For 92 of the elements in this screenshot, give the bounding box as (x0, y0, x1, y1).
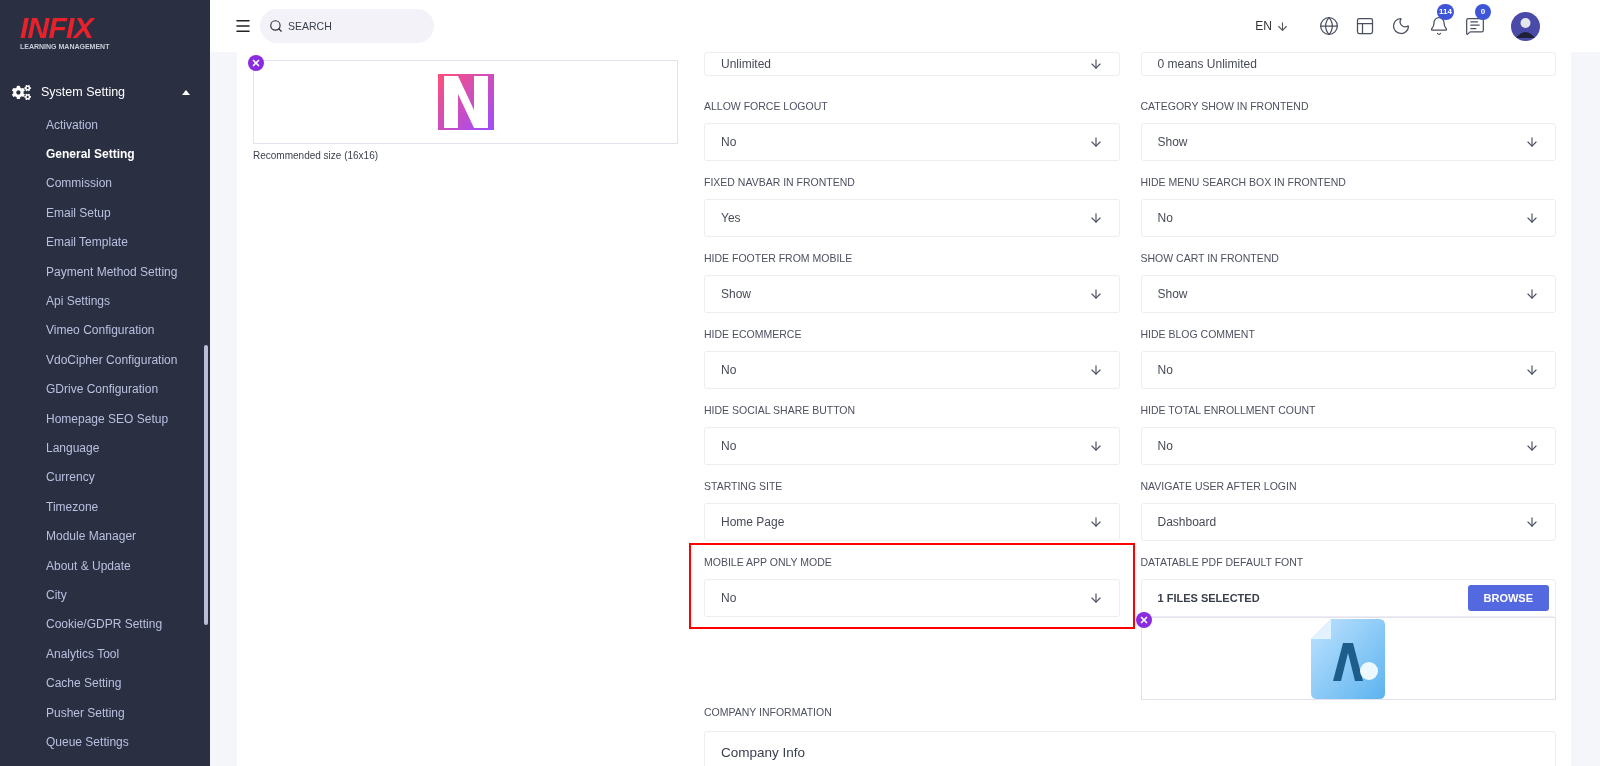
select-field[interactable]: No (704, 351, 1120, 389)
sidebar-item[interactable]: City (0, 580, 210, 610)
select-field[interactable]: Home Page (704, 503, 1120, 541)
field-label: COMPANY INFORMATION (704, 705, 833, 720)
sidebar-item[interactable]: Commission (0, 168, 210, 199)
arrow-down-icon (1088, 363, 1103, 377)
sidebar-item[interactable]: Email Setup (0, 198, 210, 228)
arrow-down-icon (1525, 287, 1539, 301)
select-field[interactable]: No (1140, 351, 1556, 389)
arrow-down-icon (1088, 591, 1103, 605)
language-selector[interactable]: EN (1255, 17, 1289, 35)
sidebar-item[interactable]: Currency (0, 462, 210, 493)
select-field[interactable]: No (704, 427, 1120, 465)
sidebar-item[interactable]: VdoCipher Configuration (0, 345, 210, 375)
arrow-down-icon (1088, 135, 1103, 149)
message-count: 0 (1475, 4, 1491, 20)
sidebar-item[interactable]: Cookie/GDPR Setting (0, 609, 210, 640)
field-label: HIDE SOCIAL SHARE BUTTON (704, 404, 857, 417)
select-field[interactable]: No (704, 579, 1120, 617)
input-field[interactable]: Company Info (704, 730, 1556, 766)
arrow-down-icon (1276, 19, 1289, 33)
remove-icon[interactable] (248, 55, 264, 71)
field-label: HIDE TOTAL ENROLLMENT COUNT (1140, 404, 1317, 417)
arrow-down-icon (1525, 363, 1539, 377)
notification-count: 114 (1437, 4, 1454, 20)
sidebar-section[interactable]: System Setting (0, 74, 210, 110)
select-field[interactable]: No (1140, 199, 1556, 237)
field-label: SHOW CART IN FRONTEND (1140, 252, 1280, 265)
remove-icon[interactable] (1135, 612, 1152, 628)
field-label: DATATABLE PDF DEFAULT FONT (1140, 556, 1305, 569)
sidebar-item[interactable]: Activation (0, 110, 210, 140)
field-label: HIDE MENU SEARCH BOX IN FRONTEND (1140, 176, 1347, 189)
select-field[interactable]: No (704, 123, 1120, 161)
field-label: STARTING SITE (704, 480, 784, 493)
sidebar-item[interactable]: Pusher Setting (0, 697, 210, 728)
arrow-down-icon (1088, 439, 1103, 453)
image-caption: Recommended size (16x16) (253, 149, 380, 163)
arrow-down-icon (1088, 515, 1103, 529)
input-field[interactable]: 0 means Unlimited (1140, 52, 1556, 76)
sidebar-item[interactable]: Analytics Tool (0, 639, 210, 669)
select-field[interactable]: Unlimited (704, 52, 1120, 76)
sidebar-item[interactable]: Api Settings (0, 286, 210, 316)
field-label: CATEGORY SHOW IN FRONTEND (1140, 100, 1310, 113)
gears-icon (12, 82, 31, 102)
arrow-down-icon (1525, 211, 1539, 225)
select-field[interactable]: Show (1140, 275, 1556, 313)
moon-icon[interactable] (1391, 16, 1411, 36)
avatar[interactable] (1511, 11, 1540, 41)
sidebar-item[interactable]: Payment Method Setting (0, 256, 210, 287)
field-label: HIDE BLOG COMMENT (1140, 328, 1256, 341)
sidebar-item[interactable]: Cache Setting (0, 668, 210, 698)
font-file-icon (1311, 618, 1386, 699)
select-field[interactable]: No (1140, 427, 1556, 465)
sidebar-item[interactable]: Vimeo Configuration (0, 315, 210, 346)
logo-image-icon (437, 74, 494, 130)
field-label: FIXED NAVBAR IN FRONTEND (704, 176, 856, 189)
sidebar-item[interactable]: GDrive Configuration (0, 374, 210, 404)
sidebar-item[interactable]: Module Manager (0, 521, 210, 551)
arrow-down-icon (1525, 515, 1539, 529)
file-field[interactable]: 1 FILES SELECTED BROWSE (1140, 579, 1556, 617)
sidebar-item[interactable]: Timezone (0, 492, 210, 522)
brand-name: INFIX (20, 14, 96, 42)
arrow-down-icon (1525, 135, 1539, 149)
sidebar-item[interactable]: Queue Settings (0, 727, 210, 757)
field-label: NAVIGATE USER AFTER LOGIN (1140, 480, 1298, 493)
field-label: MOBILE APP ONLY MODE (704, 556, 833, 569)
layout-icon[interactable] (1355, 16, 1375, 36)
sidebar-item[interactable]: Homepage SEO Setup (0, 403, 210, 434)
arrow-down-icon (1088, 287, 1103, 301)
sidebar-item[interactable]: Language (0, 433, 210, 463)
search-field[interactable]: SEARCH (260, 9, 434, 43)
arrow-down-icon (1525, 439, 1539, 453)
bell-icon[interactable] (1429, 16, 1449, 36)
caret-up-icon (182, 89, 190, 95)
select-field[interactable]: Show (1140, 123, 1556, 161)
scrollbar[interactable] (204, 345, 208, 625)
sidebar-item[interactable]: General Setting (0, 139, 210, 169)
sidebar-item[interactable]: Email Template (0, 227, 210, 257)
field-label: ALLOW FORCE LOGOUT (704, 100, 829, 113)
search-icon (269, 19, 283, 33)
sidebar-item[interactable]: About & Update (0, 550, 210, 581)
select-field[interactable]: Show (704, 275, 1120, 313)
arrow-down-icon (1088, 211, 1103, 225)
menu-icon[interactable] (234, 17, 252, 35)
field-label: HIDE ECOMMERCE (704, 328, 803, 341)
field-label: HIDE FOOTER FROM MOBILE (704, 252, 854, 265)
browse-button[interactable]: BROWSE (1467, 585, 1549, 611)
arrow-down-icon (1088, 57, 1103, 71)
select-field[interactable]: Yes (704, 199, 1120, 237)
globe-icon[interactable] (1319, 16, 1339, 36)
select-field[interactable]: Dashboard (1140, 503, 1556, 541)
chat-icon[interactable] (1465, 16, 1485, 36)
